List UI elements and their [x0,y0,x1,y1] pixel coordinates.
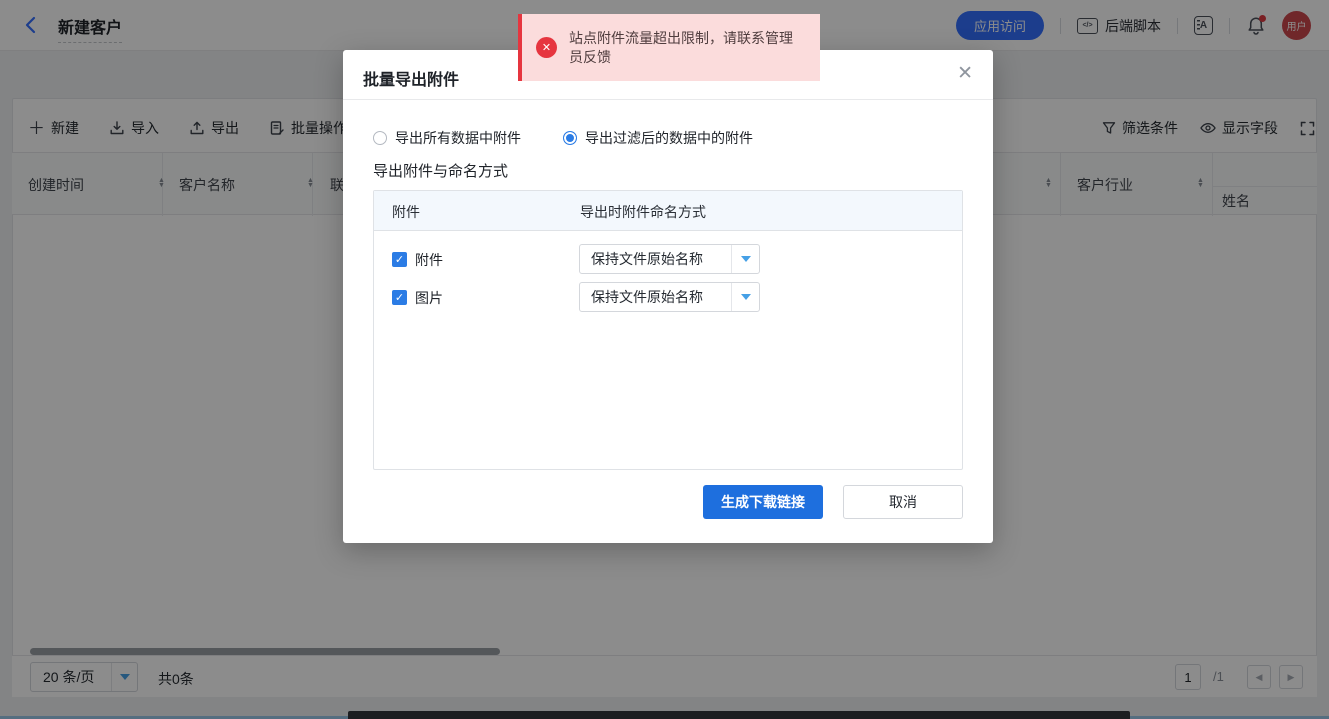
column-attachment: 附件 [392,202,420,222]
naming-select-image[interactable]: 保持文件原始名称 [579,282,760,312]
toast-message: 站点附件流量超出限制，请联系管理员反馈 [569,29,801,67]
export-scope-radios: 导出所有数据中附件 导出过滤后的数据中的附件 [373,128,753,148]
naming-select-attachment[interactable]: 保持文件原始名称 [579,244,760,274]
radio-export-all[interactable]: 导出所有数据中附件 [373,128,521,148]
radio-export-filtered[interactable]: 导出过滤后的数据中的附件 [563,128,753,148]
checkbox-image[interactable]: ✓ [392,290,407,305]
table-row: ✓ 图片 保持文件原始名称 [374,282,962,312]
divider [343,99,993,100]
chevron-down-icon [731,245,759,273]
attachment-naming-table: 附件 导出时附件命名方式 ✓ 附件 保持文件原始名称 ✓ 图片 保持文件原始名称 [373,190,963,470]
cancel-button[interactable]: 取消 [843,485,963,519]
error-icon: ✕ [536,37,557,58]
batch-export-modal: 批量导出附件 ✕ 导出所有数据中附件 导出过滤后的数据中的附件 导出附件与命名方… [343,50,993,543]
table-header: 附件 导出时附件命名方式 [374,191,962,231]
column-naming: 导出时附件命名方式 [580,202,706,222]
modal-title: 批量导出附件 [363,66,459,90]
table-row: ✓ 附件 保持文件原始名称 [374,244,962,274]
section-title: 导出附件与命名方式 [373,160,508,181]
chevron-down-icon [731,283,759,311]
checkbox-attachment[interactable]: ✓ [392,252,407,267]
generate-download-link-button[interactable]: 生成下载链接 [703,485,823,519]
radio-icon [373,131,387,145]
error-toast: ✕ 站点附件流量超出限制，请联系管理员反馈 [518,14,820,81]
radio-selected-icon [563,131,577,145]
close-icon[interactable]: ✕ [957,64,973,83]
